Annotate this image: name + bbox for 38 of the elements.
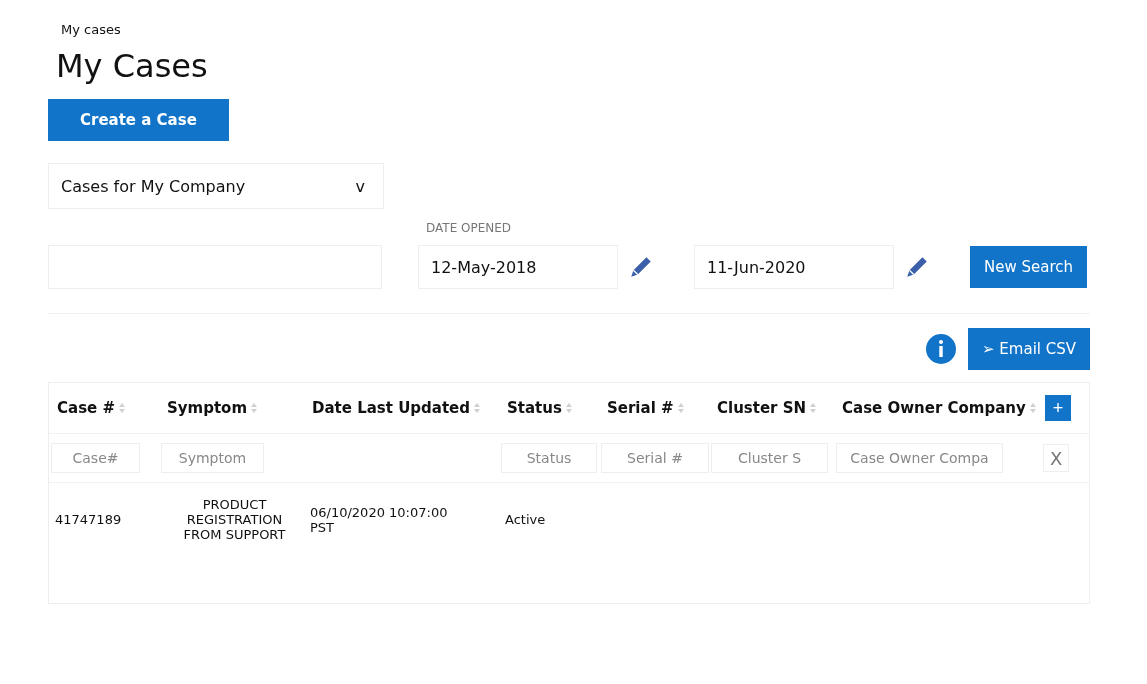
column-filter-field[interactable]: Serial # [601, 443, 709, 473]
column-header[interactable]: Date Last Updated [312, 399, 470, 417]
table-cell: Active [505, 512, 546, 527]
date-from-field[interactable]: 12-May-2018 [418, 245, 618, 289]
column-filter-field[interactable]: Case# [51, 443, 140, 473]
email-csv-button[interactable]: ➢ Email CSV [968, 328, 1090, 370]
sort-icon[interactable] [251, 402, 258, 414]
breadcrumb[interactable]: My cases [61, 22, 1090, 37]
table-cell: 41747189 [55, 512, 122, 527]
sort-icon[interactable] [1029, 402, 1036, 414]
column-filter-field[interactable]: Cluster S [711, 443, 828, 473]
create-case-button[interactable]: Create a Case [48, 99, 229, 141]
sort-icon[interactable] [474, 402, 480, 414]
table-cell-text: 06/10/2020 10:07:00 PST [310, 504, 449, 535]
date-to-field[interactable]: 11-Jun-2020 [694, 245, 894, 289]
case-filter-dropdown[interactable]: Cases for My Company v [48, 163, 384, 209]
column-header[interactable]: Case # [57, 399, 116, 417]
pencil-icon[interactable] [904, 254, 930, 280]
column-filter-field[interactable]: Status [501, 443, 597, 473]
column-header[interactable]: Cluster SN [717, 399, 807, 417]
new-search-button[interactable]: New Search [970, 246, 1088, 288]
column-filter-field[interactable]: Case Owner Compa [836, 443, 1003, 473]
info-icon[interactable] [926, 334, 956, 364]
column-header[interactable]: Symptom [167, 399, 248, 417]
table-cell-text: PRODUCT REGISTRATION FROM SUPPORT [182, 497, 287, 542]
date-opened-label: DATE OPENED [426, 221, 513, 235]
pencil-icon[interactable] [628, 254, 654, 280]
column-header[interactable]: Serial # [607, 399, 674, 417]
page-title: My Cases [56, 47, 209, 85]
sort-icon[interactable] [119, 402, 126, 414]
column-header[interactable]: Status [507, 399, 562, 417]
column-header[interactable]: Case Owner Company [842, 399, 1026, 417]
column-filter-field[interactable]: Symptom [161, 443, 264, 473]
sort-icon[interactable] [810, 402, 817, 414]
sort-icon[interactable] [677, 402, 684, 414]
clear-filters-button[interactable]: X [1043, 444, 1070, 472]
sort-icon[interactable] [565, 402, 572, 414]
add-column-button[interactable]: + [1045, 395, 1071, 421]
